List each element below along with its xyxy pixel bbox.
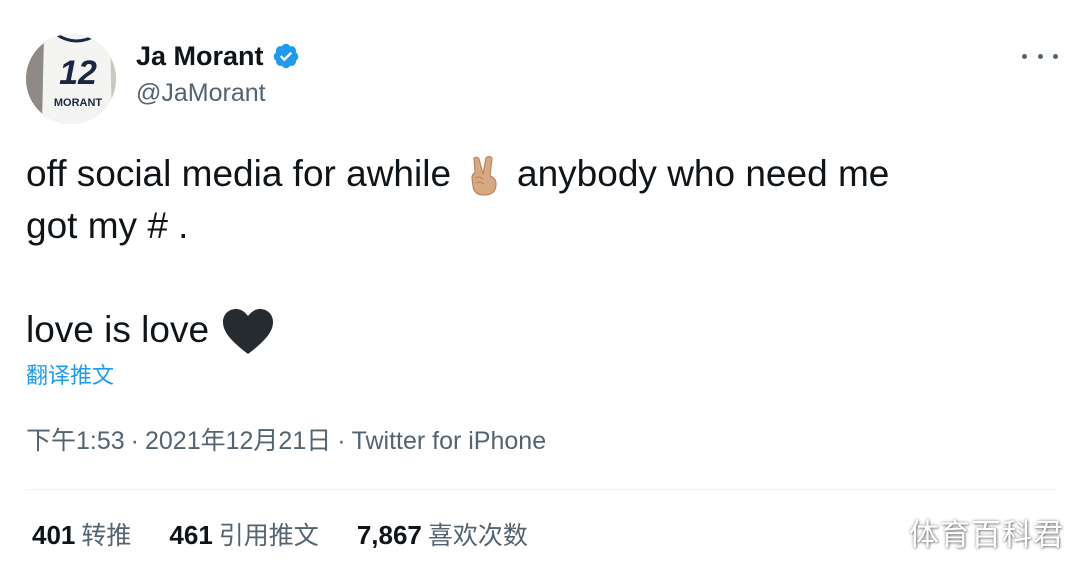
tweet-meta: 下午1:53 · 2021年12月21日 · Twitter for iPhone	[26, 424, 546, 458]
meta-separator: ·	[130, 427, 139, 455]
retweets-stat[interactable]: 401 转推	[32, 518, 131, 553]
author-name-row: Ja Morant	[136, 40, 300, 72]
likes-stat[interactable]: 7,867 喜欢次数	[357, 518, 528, 553]
tweet-line-3: love is love	[26, 304, 1056, 357]
quote-tweets-stat[interactable]: 461 引用推文	[169, 518, 318, 553]
more-options-icon[interactable]	[1022, 44, 1058, 68]
likes-count: 7,867	[356, 520, 422, 550]
watermark: 体育百科君	[909, 518, 1064, 553]
black-heart-emoji-icon	[223, 309, 274, 355]
retweets-label: 转推	[81, 521, 132, 550]
divider	[26, 489, 1058, 490]
tweet-stats: 401 转推 461 引用推文 7,867 喜欢次数	[32, 518, 528, 553]
more-dot	[1022, 53, 1027, 59]
tweet-text-part: off social media for awhile	[26, 153, 452, 194]
likes-label: 喜欢次数	[427, 521, 528, 550]
tweet-card: 12 MORANT Ja Morant @JaMorant off social…	[0, 0, 1080, 568]
quote-tweets-label: 引用推文	[218, 521, 319, 550]
more-dot	[1037, 53, 1043, 59]
tweet-date[interactable]: 2021年12月21日	[145, 427, 331, 455]
tweet-line-2: got my # .	[26, 205, 189, 246]
translate-tweet-link[interactable]: 翻译推文	[26, 362, 114, 392]
tweet-source: Twitter for iPhone	[351, 427, 547, 455]
author-display-name[interactable]: Ja Morant	[136, 40, 264, 72]
avatar[interactable]: 12 MORANT	[26, 34, 116, 124]
tweet-text-part: anybody who need me	[517, 153, 890, 194]
verified-badge-icon	[273, 43, 298, 69]
avatar-jersey-name: MORANT	[54, 97, 103, 109]
retweets-count: 401	[32, 520, 76, 550]
tweet-line-1: off social media for awhile anybody who …	[26, 148, 1056, 200]
victory-hand-emoji-icon	[471, 156, 497, 196]
meta-separator: ·	[337, 427, 346, 455]
avatar-image: 12 MORANT	[26, 34, 116, 124]
quote-tweets-count: 461	[169, 520, 213, 550]
tweet-text: off social media for awhile anybody who …	[26, 148, 1056, 357]
tweet-text-part: love is love	[26, 309, 210, 350]
more-dot	[1053, 53, 1058, 59]
tweet-time[interactable]: 下午1:53	[26, 427, 125, 455]
author-handle[interactable]: @JaMorant	[136, 78, 266, 108]
tweet-spacer	[26, 252, 1056, 304]
avatar-jersey-number: 12	[59, 54, 97, 92]
